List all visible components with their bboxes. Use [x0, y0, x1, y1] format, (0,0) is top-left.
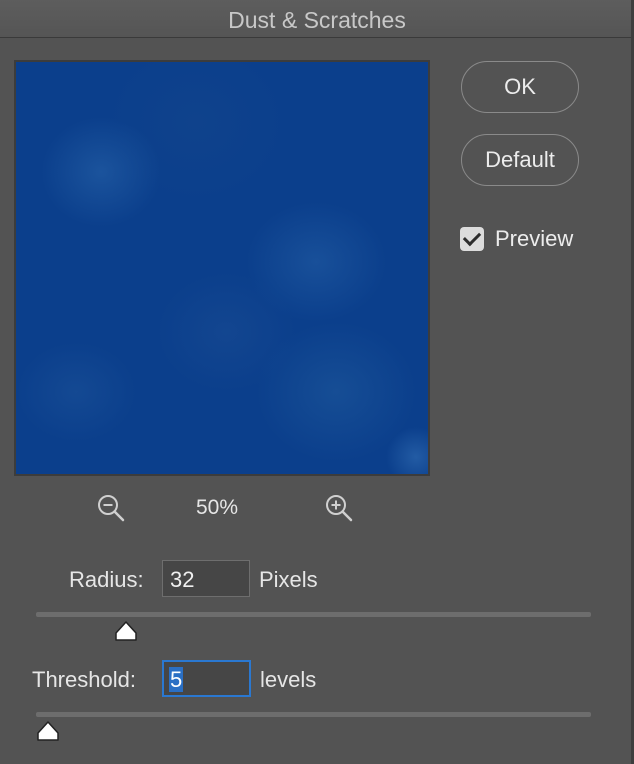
threshold-input[interactable]: 5: [162, 660, 251, 697]
radius-slider-track[interactable]: [36, 612, 591, 617]
threshold-slider-track[interactable]: [36, 712, 591, 717]
title-bar: Dust & Scratches: [0, 0, 634, 38]
checkmark-icon: [462, 227, 482, 247]
threshold-label: Threshold:: [32, 667, 136, 692]
radius-unit-label: Pixels: [259, 567, 318, 592]
dialog-title: Dust & Scratches: [228, 7, 406, 33]
threshold-unit-label: levels: [260, 667, 317, 692]
preview-checkbox[interactable]: [460, 227, 484, 251]
zoom-level: 50%: [196, 496, 239, 519]
radius-input[interactable]: 32: [162, 560, 250, 597]
preview-checkbox-label[interactable]: Preview: [495, 226, 573, 252]
filter-preview-area[interactable]: [14, 60, 430, 476]
threshold-slider-thumb[interactable]: [36, 720, 60, 742]
radius-slider-thumb[interactable]: [114, 620, 138, 642]
zoom-out-icon[interactable]: [96, 493, 128, 525]
zoom-in-icon[interactable]: [324, 493, 356, 525]
default-button[interactable]: Default: [461, 134, 579, 186]
threshold-value: 5: [169, 667, 184, 692]
radius-label: Radius:: [69, 567, 144, 592]
ok-button[interactable]: OK: [461, 61, 579, 113]
